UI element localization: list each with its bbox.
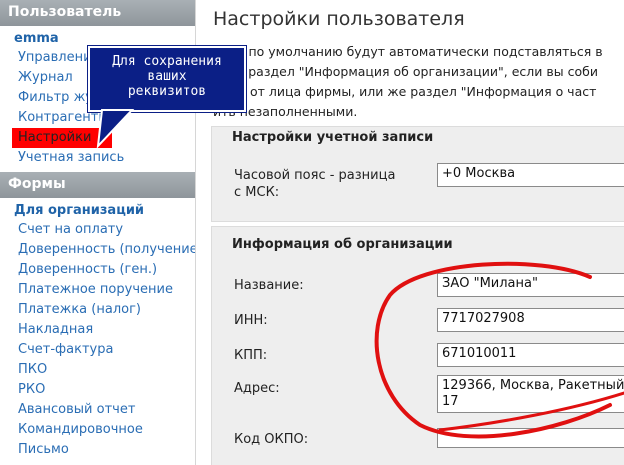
forms-group-title[interactable]: Для организаций [0,198,195,220]
intro-line: ните раздел "Информация об организации",… [213,64,598,79]
user-name[interactable]: emma [0,26,195,48]
sidebar-item-tax-payment[interactable]: Платежка (налог) [0,300,195,320]
sidebar-item-waybill[interactable]: Накладная [0,320,195,340]
sidebar-item-pko[interactable]: ПКО [0,360,195,380]
address-field[interactable]: 129366, Москва, Ракетный 17 [437,375,624,413]
name-label: Название: [234,278,304,293]
sidebar-item-tax-invoice[interactable]: Счет-фактура [0,340,195,360]
name-field[interactable]: ЗАО "Милана" [437,273,624,297]
kpp-field[interactable]: 671010011 [437,343,624,367]
sidebar-item-invoice[interactable]: Счет на оплату [0,220,195,240]
intro-text: ения по умолчанию будут автоматически по… [213,42,624,122]
user-section-header: Пользователь [0,0,195,26]
sidebar-item-rko[interactable]: РКО [0,380,195,400]
sidebar-item-advance-report[interactable]: Авансовый отчет [0,400,195,420]
sidebar-item-letter[interactable]: Письмо [0,440,195,460]
sidebar-item-payment-order[interactable]: Платежное поручение [0,280,195,300]
account-settings-legend: Настройки учетной записи [232,130,434,145]
sidebar-item-poa-receipt[interactable]: Доверенность (получение) [0,240,195,260]
inn-label: ИНН: [234,313,268,328]
main-content: Настройки пользователя ения по умолчанию… [197,0,624,465]
callout-line: Для сохранения [112,54,222,69]
sidebar-item-poa-general[interactable]: Доверенность (ген.) [0,260,195,280]
intro-line: ить незаполненными. [213,104,358,119]
organization-info-panel: Информация об организации Название: ЗАО … [211,226,624,465]
account-settings-panel: Настройки учетной записи Часовой пояс - … [211,126,624,222]
intro-line: ения по умолчанию будут автоматически по… [213,44,603,59]
inn-field[interactable]: 7717027908 [437,308,624,332]
organization-info-legend: Информация об организации [232,237,453,252]
callout-line: ваших [147,69,187,84]
forms-section-header: Формы [0,172,195,198]
timezone-label: Часовой пояс - разница с МСК: [234,168,396,200]
okpo-field[interactable] [437,428,624,448]
timezone-select[interactable]: +0 Москва [437,163,624,187]
address-label: Адрес: [234,381,280,396]
intro-line: енты от лица фирмы, или же раздел "Инфор… [213,84,597,99]
callout-pointer [96,109,135,149]
kpp-label: КПП: [234,348,268,363]
okpo-label: Код ОКПО: [234,432,309,447]
sidebar-item-travel[interactable]: Командировочное [0,420,195,440]
sidebar-item-account[interactable]: Учетная запись [0,148,195,168]
callout-line: реквизитов [127,84,207,99]
page-title: Настройки пользователя [213,8,465,30]
